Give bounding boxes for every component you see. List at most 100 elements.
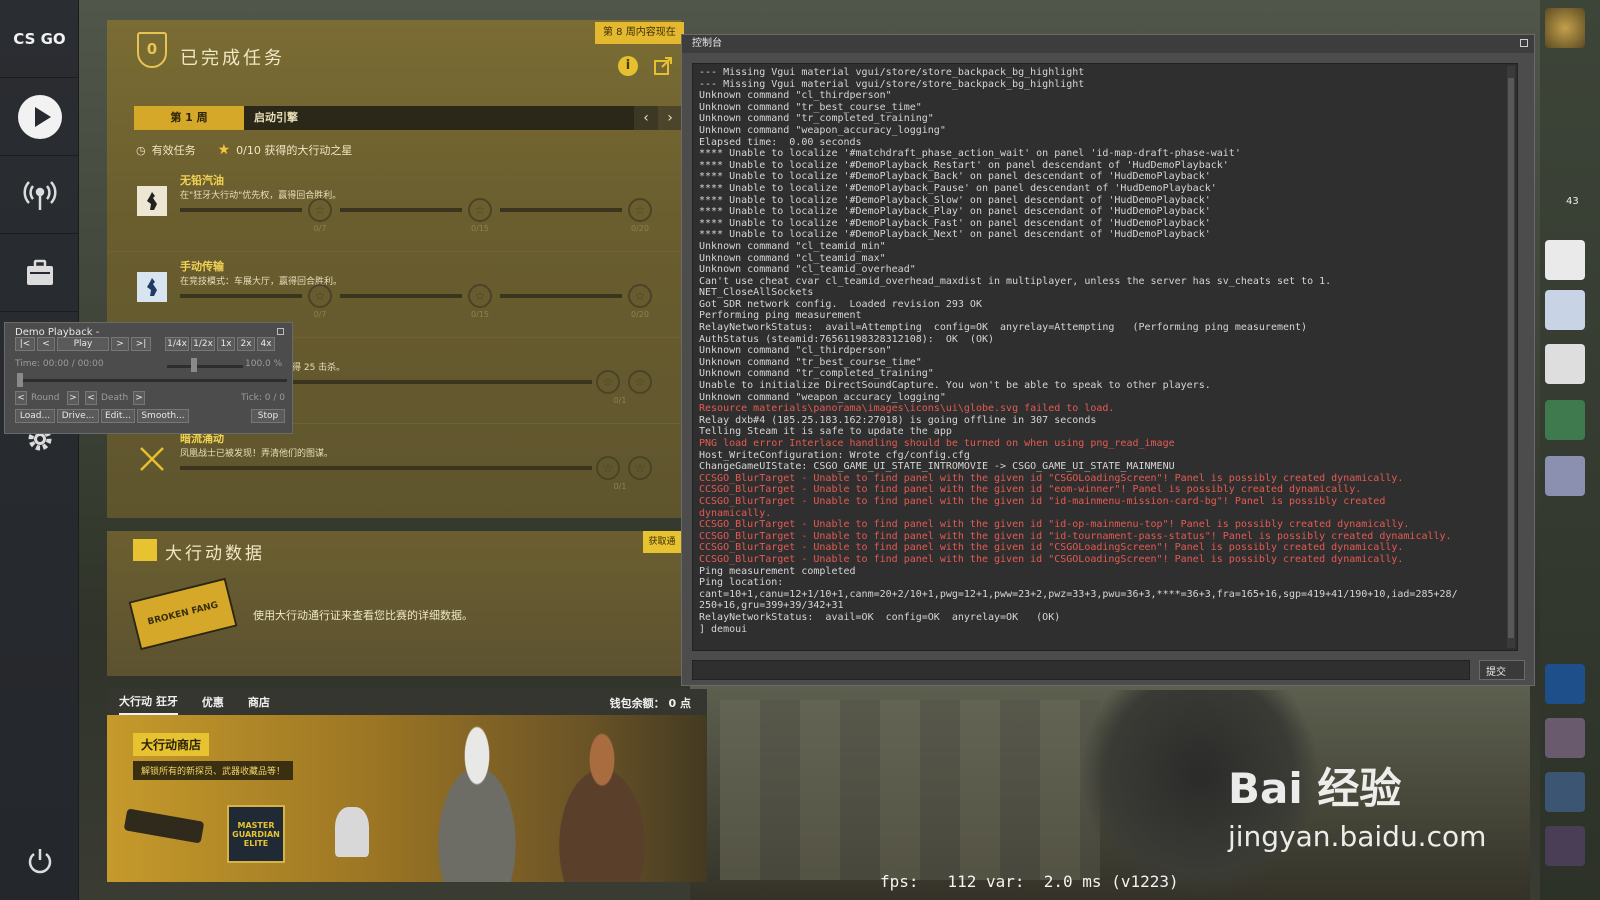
console-line: Got SDR network config. Loaded revision … [699, 298, 982, 310]
watch-button[interactable] [0, 156, 79, 234]
console-line: 250+16,gru=399+39/342+31 [699, 600, 844, 612]
speed-1x-button[interactable]: 1x [217, 337, 235, 351]
mission-name: 无铅汽油 [180, 174, 224, 187]
friend-avatar[interactable] [1545, 456, 1585, 496]
console-line: CCSGO_BlurTarget - Unable to find panel … [699, 542, 1404, 554]
missions-panel: 0 已完成任务 第 8 周内容现在 i 第 1 周 启动引擎 ‹ › ◷ 有效任务… [107, 20, 684, 518]
console-line: Performing ping measurement [699, 310, 862, 322]
stage-star-icon: ☆ [628, 370, 652, 394]
speed-4x-button[interactable]: 4x [257, 337, 275, 351]
player-avatar[interactable] [1545, 8, 1585, 48]
week-number[interactable]: 第 1 周 [134, 106, 244, 130]
rank-patch-image: MASTER GUARDIAN ELITE [227, 805, 285, 863]
console-line: --- Missing Vgui material vgui/store/sto… [699, 78, 1085, 90]
store-tabbar: 大行动 狂牙 优惠 商店 钱包余额： 0 点 [107, 689, 707, 715]
console-line: AuthStatus (steamid:76561198328312108): … [699, 333, 995, 345]
console-line: CCSGO_BlurTarget - Unable to find panel … [699, 495, 1386, 507]
tab-offers[interactable]: 优惠 [202, 690, 224, 714]
demo-smooth-button[interactable]: Smooth... [137, 409, 189, 423]
round-next-button[interactable]: > [67, 391, 79, 405]
wallet-balance: 钱包余额： 0 点 [609, 697, 691, 710]
stage-star-icon: ☆ [308, 198, 332, 222]
console-input[interactable] [692, 660, 1470, 680]
demo-restart-button[interactable]: |< [15, 337, 35, 351]
operation-data-desc: 使用大行动通行证来查看您比赛的详细数据。 [253, 609, 473, 622]
mission-agent-icon [137, 272, 167, 302]
demo-end-button[interactable]: >| [131, 337, 151, 351]
mission-desc: 得 25 击杀。 [292, 363, 346, 373]
speed-slider[interactable] [167, 365, 243, 368]
week-prev-button[interactable]: ‹ [634, 106, 658, 130]
antenna-icon [22, 178, 57, 212]
friend-avatar[interactable] [1545, 826, 1585, 866]
week-next-button[interactable]: › [658, 106, 682, 130]
friend-avatar[interactable] [1545, 664, 1585, 704]
death-next-button[interactable]: > [133, 391, 145, 405]
friend-avatar[interactable] [1545, 400, 1585, 440]
close-icon[interactable] [277, 328, 284, 335]
friend-avatar[interactable] [1545, 240, 1585, 280]
console-line: **** Unable to localize '#DemoPlayback_P… [699, 206, 1211, 218]
console-line: **** Unable to localize '#DemoPlayback_F… [699, 217, 1211, 229]
tick-label: Tick: 0 / 0 [241, 393, 285, 403]
demo-play-button[interactable]: Play [57, 337, 109, 351]
play-icon [17, 94, 63, 140]
demo-timeline[interactable] [17, 379, 287, 382]
external-link-icon[interactable] [653, 56, 673, 80]
stage-count: 0/20 [631, 310, 649, 319]
stage-count: 0/1 [613, 396, 627, 405]
stage-star-icon: ☆ [596, 370, 620, 394]
friend-avatar[interactable] [1545, 344, 1585, 384]
speed-half-button[interactable]: 1/2x [191, 337, 215, 351]
console-log[interactable]: --- Missing Vgui material vgui/store/sto… [692, 63, 1518, 651]
demo-load-button[interactable]: Load... [15, 409, 55, 423]
console-line: Unknown command "tr_best_course_time" [699, 356, 922, 368]
watermark-sub: jingyan.baidu.com [1228, 820, 1487, 853]
console-titlebar[interactable]: 控制台 [682, 35, 1534, 53]
operation-store-banner[interactable]: 大行动商店 解锁所有的新探员、武器收藏品等！ MASTER GUARDIAN E… [107, 715, 707, 882]
console-line: Ping measurement completed [699, 565, 856, 577]
demo-timeline-knob[interactable] [17, 373, 23, 387]
console-scrollbar[interactable] [1507, 66, 1515, 648]
console-line: Elapsed time: 0.00 seconds [699, 136, 862, 148]
tab-store[interactable]: 商店 [248, 690, 270, 714]
demo-drive-button[interactable]: Drive... [57, 409, 99, 423]
mission-card[interactable]: 无铅汽油 在"狂牙大行动"优先权，赢得回合胜利。 ☆ ☆ ☆ 0/7 0/15 … [107, 166, 681, 252]
speed-quarter-button[interactable]: 1/4x [165, 337, 189, 351]
demo-forward-button[interactable]: > [111, 337, 129, 351]
fps-counter: fps: 112 var: 2.0 ms (v1223) [880, 872, 1179, 891]
get-pass-button[interactable]: 获取通 [643, 531, 681, 553]
friend-avatar[interactable] [1545, 718, 1585, 758]
console-line: CCSGO_BlurTarget - Unable to find panel … [699, 519, 1410, 531]
console-line: Unknown command "cl_teamid_min" [699, 240, 886, 252]
console-submit-button[interactable]: 提交 [1479, 660, 1525, 680]
week-name: 启动引擎 [254, 111, 298, 124]
console-title: 控制台 [692, 38, 722, 49]
mission-card[interactable]: 暗流涌动 凤凰战士已被发现！弄清他们的图谋。 ☆ ☆ 0/1 [107, 424, 681, 510]
demo-edit-button[interactable]: Edit... [101, 409, 135, 423]
speed-2x-button[interactable]: 2x [237, 337, 255, 351]
csgo-logo: CS GO [0, 0, 79, 78]
mission-desc: 凤凰战士已被发现！弄清他们的图谋。 [180, 449, 334, 459]
console-line: **** Unable to localize '#DemoPlayback_B… [699, 171, 1211, 183]
tab-operation-broken-fang[interactable]: 大行动 狂牙 [119, 689, 178, 715]
friend-avatar[interactable] [1545, 290, 1585, 330]
death-prev-button[interactable]: < [85, 391, 97, 405]
speed-slider-knob[interactable] [191, 358, 197, 372]
console-line: CCSGO_BlurTarget - Unable to find panel … [699, 472, 1404, 484]
glove-image [335, 807, 369, 857]
progress-track [340, 208, 462, 212]
demo-stop-button[interactable]: Stop [251, 409, 285, 423]
friend-avatar[interactable] [1545, 772, 1585, 812]
close-icon[interactable] [1520, 39, 1528, 47]
scrollbar-thumb[interactable] [1508, 78, 1514, 638]
round-prev-button[interactable]: < [15, 391, 27, 405]
quit-button[interactable] [0, 822, 79, 900]
inventory-button[interactable] [0, 234, 79, 312]
agent-image [417, 725, 537, 882]
console-line: ChangeGameUIState: CSGO_GAME_UI_STATE_IN… [699, 461, 1175, 473]
info-icon[interactable]: i [618, 56, 638, 76]
round-label: Round [31, 393, 60, 403]
play-button[interactable] [0, 78, 79, 156]
demo-back-button[interactable]: < [37, 337, 55, 351]
